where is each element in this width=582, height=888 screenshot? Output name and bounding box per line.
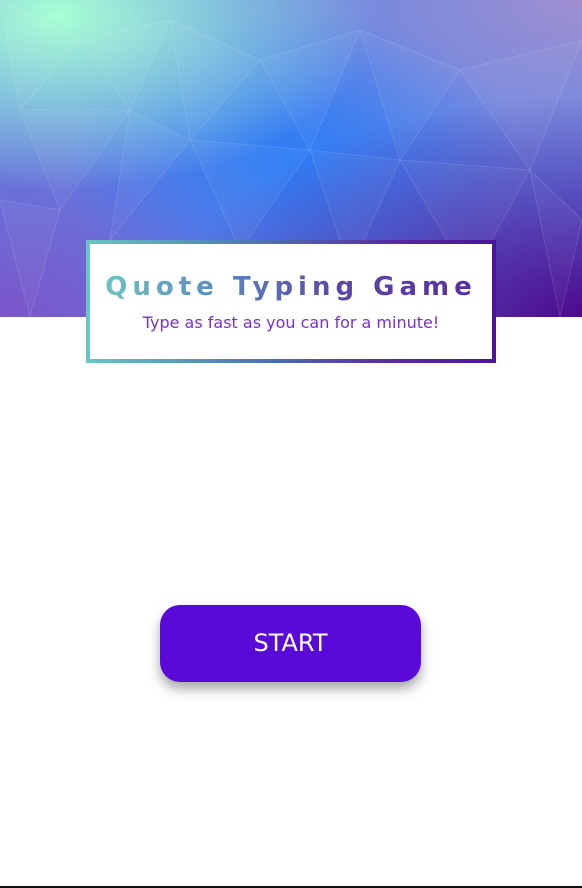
game-title: Quote Typing Game — [90, 270, 492, 304]
title-card-content: Quote Typing Game Type as fast as you ca… — [90, 244, 492, 359]
game-start-screen: Quote Typing Game Type as fast as you ca… — [0, 0, 582, 888]
start-button[interactable]: START — [160, 605, 421, 682]
title-card: Quote Typing Game Type as fast as you ca… — [86, 240, 496, 363]
game-subtitle: Type as fast as you can for a minute! — [142, 313, 440, 332]
